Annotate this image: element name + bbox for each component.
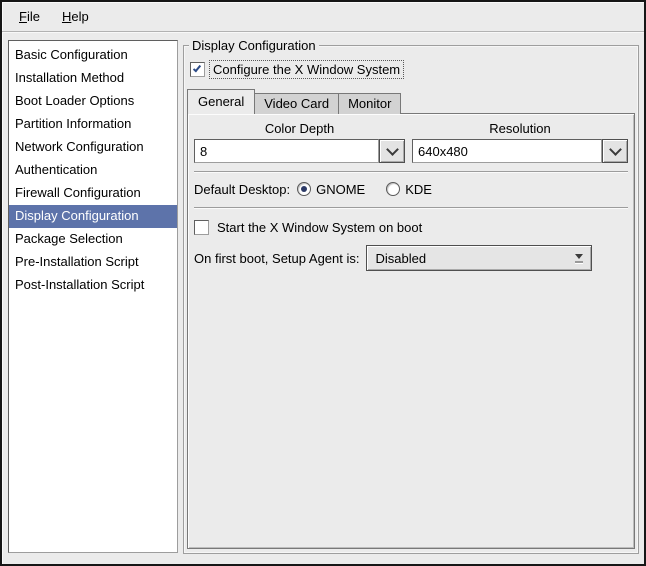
configure-x-checkbox[interactable]	[190, 62, 205, 77]
radio-dot-icon	[301, 186, 308, 192]
setup-agent-option-menu[interactable]: Disabled	[366, 245, 593, 271]
sidebar-item-post-installation-script[interactable]: Post-Installation Script	[9, 274, 177, 297]
combo-label-row: Color Depth Resolution	[194, 121, 628, 136]
separator	[194, 207, 628, 209]
combo-row: 8 640x480	[194, 139, 628, 163]
sidebar-item-firewall-configuration[interactable]: Firewall Configuration	[9, 182, 177, 205]
sidebar-item-boot-loader-options[interactable]: Boot Loader Options	[9, 90, 177, 113]
tab-monitor[interactable]: Monitor	[338, 93, 402, 114]
color-depth-dropdown-button[interactable]	[379, 139, 405, 163]
sidebar-item-basic-configuration[interactable]: Basic Configuration	[9, 44, 177, 67]
kde-radio-label: KDE	[405, 181, 432, 197]
default-desktop-row: Default Desktop: GNOME KDE	[194, 179, 628, 199]
sidebar-item-network-configuration[interactable]: Network Configuration	[9, 136, 177, 159]
setup-agent-row: On first boot, Setup Agent is: Disabled	[194, 245, 628, 271]
gnome-radio-label: GNOME	[316, 181, 366, 197]
start-x-row[interactable]: Start the X Window System on boot	[194, 219, 628, 236]
kde-radio[interactable]	[386, 182, 401, 196]
color-depth-label: Color Depth	[264, 121, 335, 136]
menu-help[interactable]: Help	[51, 3, 100, 31]
chevron-down-icon	[385, 142, 399, 156]
sidebar-item-display-configuration[interactable]: Display Configuration	[9, 205, 177, 228]
menubar: File Help	[3, 3, 643, 31]
tab-video-card[interactable]: Video Card	[254, 93, 340, 114]
sidebar-item-authentication[interactable]: Authentication	[9, 159, 177, 182]
sidebar-item-package-selection[interactable]: Package Selection	[9, 228, 177, 251]
menu-file[interactable]: File	[8, 3, 51, 31]
gnome-radio[interactable]	[297, 182, 312, 196]
configure-x-row[interactable]: Configure the X Window System	[190, 60, 405, 79]
resolution-label: Resolution	[489, 121, 551, 136]
menu-help-mnemonic: H	[61, 9, 72, 24]
sidebar-item-installation-method[interactable]: Installation Method	[9, 67, 177, 90]
resolution-dropdown-button[interactable]	[602, 139, 628, 163]
default-desktop-label: Default Desktop:	[194, 181, 291, 197]
menu-file-mnemonic: F	[19, 9, 27, 24]
start-x-checkbox[interactable]	[194, 220, 209, 235]
gnome-radio-group[interactable]: GNOME	[297, 182, 379, 197]
display-tabs: General Video Card Monitor	[187, 89, 402, 114]
check-icon	[192, 63, 202, 73]
configure-x-label: Configure the X Window System	[209, 60, 405, 79]
setup-agent-label: On first boot, Setup Agent is:	[194, 250, 360, 266]
menu-help-rest: elp	[71, 9, 89, 24]
display-configuration-frame: Display Configuration Configure the X Wi…	[183, 38, 639, 554]
tab-general[interactable]: General	[187, 89, 256, 114]
option-menu-indicator-icon	[575, 253, 584, 263]
category-list: Basic Configuration Installation Method …	[8, 40, 178, 553]
sidebar-item-pre-installation-script[interactable]: Pre-Installation Script	[9, 251, 177, 274]
separator	[194, 171, 628, 173]
kde-radio-group[interactable]: KDE	[386, 182, 446, 197]
start-x-label: Start the X Window System on boot	[217, 220, 423, 235]
frame-title: Display Configuration	[189, 38, 319, 53]
kickstart-configurator-window: File Help Basic Configuration Installati…	[0, 0, 646, 566]
sidebar-item-partition-information[interactable]: Partition Information	[9, 113, 177, 136]
color-depth-input[interactable]: 8	[194, 139, 379, 163]
menu-file-rest: ile	[26, 9, 40, 24]
menubar-separator	[2, 31, 644, 33]
chevron-down-icon	[608, 142, 622, 156]
setup-agent-value: Disabled	[375, 250, 427, 266]
general-tab-panel: Color Depth Resolution 8 640x480 Default…	[187, 113, 635, 549]
resolution-input[interactable]: 640x480	[412, 139, 602, 163]
